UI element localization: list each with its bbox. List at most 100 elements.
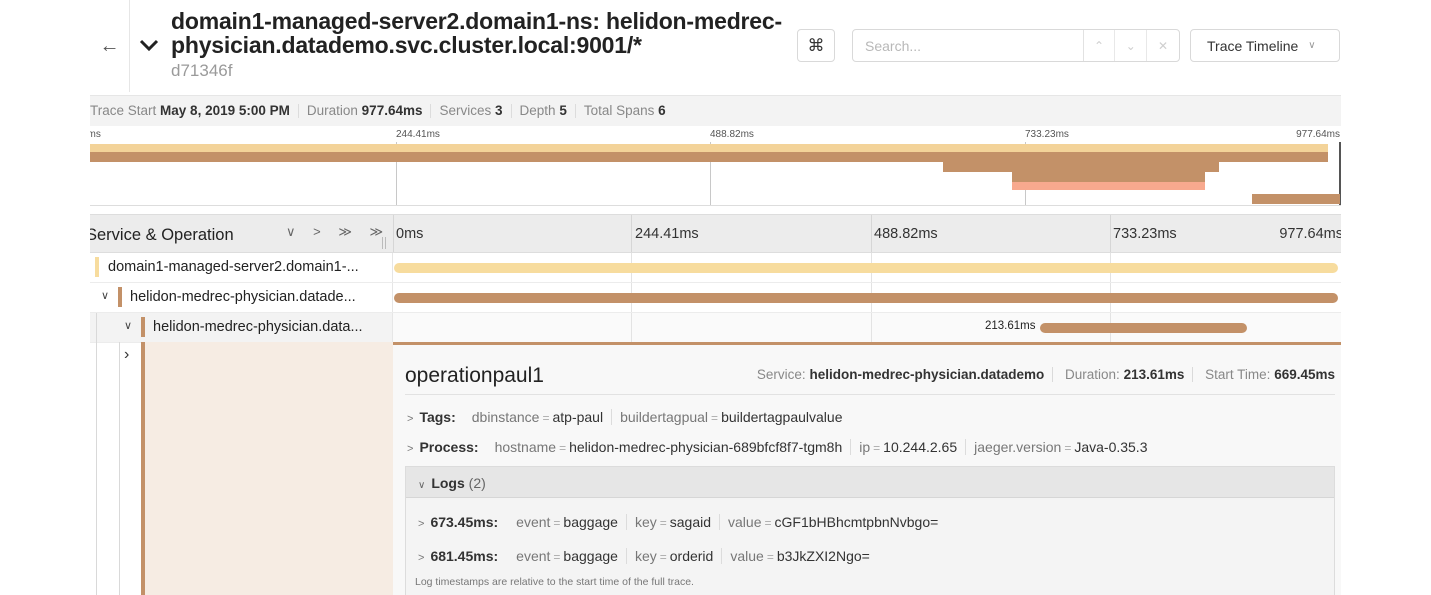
log-entry[interactable]: >681.45ms: event = baggage key = orderid value =… <box>418 548 878 564</box>
trace-header: ← domain1-managed-server2.domain1-ns: he… <box>90 0 1341 94</box>
timeline-gridline <box>393 215 394 252</box>
search-clear-button[interactable]: ✕ <box>1147 30 1179 61</box>
span-detail-panel: operationpaul1 Service: helidon-medrec-p… <box>393 342 1341 595</box>
keyboard-shortcuts-button[interactable]: ⌘ <box>797 29 835 62</box>
service-color-indicator <box>118 287 122 307</box>
chevron-right-icon: > <box>407 413 414 425</box>
logs-footnote: Log timestamps are relative to the start… <box>415 576 694 588</box>
span-name-cell[interactable]: ∨ helidon-medrec-physician.data... <box>90 313 393 342</box>
summary-duration: Duration 977.64ms <box>299 104 432 118</box>
trace-minimap[interactable]: 0ms 244.41ms 488.82ms 733.23ms 977.64ms <box>90 126 1341 206</box>
service-color-indicator <box>95 257 99 277</box>
span-service: Service: helidon-medrec-physician.datade… <box>748 367 1054 382</box>
chevron-down-icon: ⌄ <box>1125 38 1136 53</box>
trace-page: ← domain1-managed-server2.domain1-ns: he… <box>90 0 1341 595</box>
service-operation-header: Service & Operation <box>90 226 234 244</box>
span-name-cell[interactable]: ∨ helidon-medrec-physician.datade... <box>90 283 393 312</box>
detail-divider <box>405 394 1335 395</box>
timeline-gridline <box>1110 215 1111 252</box>
minimap-span <box>1012 182 1205 190</box>
minimap-span <box>1252 194 1340 204</box>
logs-section: ∨ Logs (2) >673.45ms: event = baggage key = sag… <box>405 466 1335 595</box>
log-field: value = cGF1bHBhcmtpbnNvbgo= <box>728 514 939 530</box>
summary-total-spans: Total Spans 6 <box>583 103 666 118</box>
chevron-right-icon[interactable]: › <box>124 346 129 364</box>
row-gridline <box>631 313 632 342</box>
tree-guide-line <box>119 342 120 595</box>
span-detail-indent <box>141 342 393 595</box>
span-duration-label: 213.61ms <box>985 320 1036 332</box>
collapse-title-button[interactable] <box>138 34 162 58</box>
logs-label: Logs <box>431 475 465 491</box>
summary-depth: Depth 5 <box>512 104 576 118</box>
view-dropdown[interactable]: Trace Timeline ∨ <box>1190 29 1340 62</box>
back-button[interactable]: ← <box>90 0 130 92</box>
minimap-span <box>90 152 1328 162</box>
chevron-right-icon: > <box>418 552 425 564</box>
close-icon: ✕ <box>1158 38 1169 53</box>
log-field: event = baggage <box>508 514 627 530</box>
span-detail-tree-column: › <box>90 342 393 595</box>
process-label: Process: <box>419 439 479 455</box>
trace-summary: Trace Start May 8, 2019 5:00 PM Duration… <box>90 95 1341 126</box>
timeline-tick-label: 977.64ms <box>1279 226 1341 242</box>
search-input[interactable] <box>853 30 1084 61</box>
logs-header[interactable]: ∨ Logs (2) <box>406 467 1334 498</box>
log-timestamp: 673.45ms: <box>430 514 499 530</box>
chevron-right-icon: > <box>418 518 425 530</box>
chevron-up-icon: ⌃ <box>1093 38 1105 53</box>
column-resize-handle[interactable] <box>382 237 386 249</box>
search-box: ⌃ ⌄ ✕ <box>852 29 1180 62</box>
tree-guide-line <box>96 313 97 342</box>
chevron-right-icon: > <box>407 443 414 455</box>
chevron-down-icon <box>139 39 159 52</box>
summary-trace-start: Trace Start May 8, 2019 5:00 PM <box>90 104 299 118</box>
minimap-span <box>1012 172 1205 182</box>
log-entry[interactable]: >673.45ms: event = baggage key = sagaid value = c… <box>418 514 946 530</box>
search-next-button[interactable]: ⌄ <box>1115 30 1148 61</box>
span-name-cell[interactable]: domain1-managed-server2.domain1-... <box>90 253 393 282</box>
span-bar[interactable] <box>1040 323 1247 333</box>
span-overview: Service: helidon-medrec-physician.datade… <box>748 367 1335 382</box>
timeline-tick-label: 244.41ms <box>635 226 699 242</box>
collapse-expand-controls[interactable]: ∨ > ≫ ≫ <box>286 224 390 240</box>
chevron-down-icon[interactable]: ∨ <box>124 319 132 332</box>
tag-item: buildertagpual = buildertagpaulvalue <box>620 409 843 425</box>
timeline-gridline <box>871 215 872 252</box>
timeline-header: Service & Operation ∨ > ≫ ≫ 0ms 244.41ms… <box>90 214 1341 253</box>
timeline-tick-label: 488.82ms <box>874 226 938 242</box>
command-key-icon: ⌘ <box>807 35 825 55</box>
minimap-span <box>943 162 1219 172</box>
span-bar[interactable] <box>394 263 1338 273</box>
process-item: ip = 10.244.2.65 <box>851 439 967 455</box>
tree-guide-line <box>96 342 97 595</box>
span-row[interactable]: ∨ helidon-medrec-physician.datade... <box>90 283 1341 313</box>
span-row[interactable]: ∨ helidon-medrec-physician.data... 213.6… <box>90 313 1341 343</box>
trace-title: domain1-managed-server2.domain1-ns: heli… <box>171 8 782 58</box>
tags-label: Tags: <box>419 409 456 425</box>
process-section[interactable]: > Process: hostname = helidon-medrec-physici… <box>407 439 1156 455</box>
span-service-label: domain1-managed-server2.domain1-... <box>108 259 359 275</box>
view-dropdown-label: Trace Timeline <box>1207 37 1299 54</box>
trace-id: d71346f <box>171 61 233 80</box>
log-field: key = sagaid <box>626 514 721 530</box>
logs-count: (2) <box>468 475 486 491</box>
chevron-down-icon: ∨ <box>418 480 426 491</box>
tags-section[interactable]: > Tags: dbinstance = atp-paul buildertagpual =… <box>407 409 851 425</box>
log-field: value = b3JkZXI2Ngo= <box>730 548 870 564</box>
minimap-tick: 733.23ms <box>1025 129 1069 140</box>
minimap-tick: 488.82ms <box>710 129 754 140</box>
chevron-down-icon[interactable]: ∨ <box>101 289 109 302</box>
tag-item: dbinstance = atp-paul <box>463 409 613 425</box>
minimap-tick: 244.41ms <box>396 129 440 140</box>
timeline-tick-label: 733.23ms <box>1113 226 1177 242</box>
process-item: hostname = helidon-medrec-physician-689bfc… <box>486 439 852 455</box>
search-prev-button[interactable]: ⌃ <box>1084 30 1116 61</box>
summary-services: Services 3 <box>431 104 512 118</box>
minimap-tick: 0ms <box>90 129 101 140</box>
process-item: jaeger.version = Java-0.35.3 <box>974 439 1148 455</box>
span-row[interactable]: domain1-managed-server2.domain1-... <box>90 253 1341 283</box>
span-bar[interactable] <box>394 293 1338 303</box>
operation-name: operationpaul1 <box>405 364 544 387</box>
span-start-time: Start Time: 669.45ms <box>1205 367 1335 382</box>
